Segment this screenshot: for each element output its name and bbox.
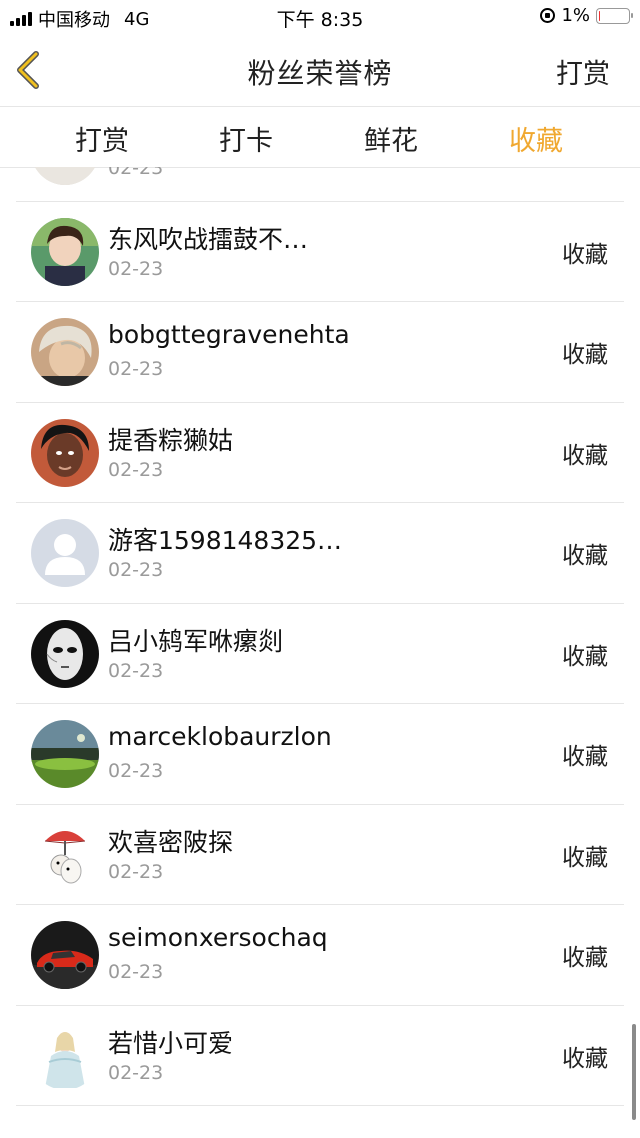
favorite-label: 收藏 <box>562 442 608 469</box>
favorite-label: 收藏 <box>562 241 608 268</box>
scrollbar[interactable] <box>632 1024 636 1120</box>
item-date: 02-23 <box>108 1061 164 1084</box>
user-name: 游客1598148325… <box>108 526 343 555</box>
nav-bar: 粉丝荣誉榜 打赏 <box>0 34 640 107</box>
list-item[interactable]: 东风吹战擂鼓不… 02-23 收藏 <box>16 202 624 302</box>
tab-bar: 打赏 打卡 鲜花 收藏 <box>0 107 640 168</box>
user-name: seimonxersochaq <box>108 923 328 952</box>
list-item[interactable]: seimonxersochaq 02-23 收藏 <box>16 905 624 1006</box>
avatar[interactable] <box>31 418 99 487</box>
avatar[interactable] <box>31 921 99 989</box>
item-date: 02-23 <box>108 760 164 782</box>
favorite-label: 收藏 <box>562 844 608 871</box>
status-right: 1% <box>540 5 633 26</box>
user-name: 东风吹战擂鼓不… <box>108 224 309 254</box>
item-date: 02-23 <box>108 961 164 983</box>
avatar[interactable] <box>31 217 99 286</box>
list-item[interactable]: bobgttegravenehta 02-23 收藏 <box>16 302 624 403</box>
list-item[interactable]: 吕小鸫军咻瘰剡 02-23 收藏 <box>16 604 624 704</box>
favorite-label: 收藏 <box>562 744 608 770</box>
item-date: 02-23 <box>108 659 164 682</box>
item-date: 02-23 <box>108 860 164 883</box>
item-date: 02-23 <box>108 358 164 380</box>
user-name: 吕小鸫军咻瘰剡 <box>108 626 284 656</box>
item-date: 02-23 <box>108 559 164 581</box>
tab-favorites[interactable]: 收藏 <box>486 119 586 158</box>
battery-percent: 1% <box>561 5 590 26</box>
list-item[interactable]: marceklobaurzlon 02-23 收藏 <box>16 704 624 805</box>
favorite-label: 收藏 <box>562 342 608 368</box>
avatar[interactable] <box>31 519 99 587</box>
battery-icon <box>596 7 633 24</box>
user-name: 若惜小可爱 <box>108 1028 234 1058</box>
item-date: 02-23 <box>108 167 164 179</box>
item-date: 02-23 <box>108 257 164 280</box>
avatar[interactable] <box>31 167 99 185</box>
tab-reward[interactable]: 打赏 <box>52 119 152 158</box>
list-item[interactable]: 欢喜密陂探 02-23 收藏 <box>16 805 624 905</box>
favorite-label: 收藏 <box>562 643 608 670</box>
user-name: marceklobaurzlon <box>108 722 332 751</box>
avatar[interactable] <box>31 619 99 688</box>
user-name: bobgttegravenehta <box>108 320 350 349</box>
rotation-lock-icon <box>540 8 556 23</box>
list-item[interactable]: 若惜小可爱 02-23 收藏 <box>16 1006 624 1106</box>
list-item[interactable]: 游客1598148325… 02-23 收藏 <box>16 503 624 604</box>
favorite-label: 收藏 <box>562 1045 608 1072</box>
reward-button[interactable]: 打赏 <box>556 52 610 91</box>
favorite-label: 收藏 <box>562 945 608 971</box>
avatar[interactable] <box>31 318 99 386</box>
fan-list[interactable]: ninaundercr02-23收藏东风吹战擂鼓不…02-23收藏bobgtte… <box>0 167 640 1138</box>
user-name: 欢喜密陂探 <box>108 827 234 857</box>
status-bar: 中国移动 4G 下午 8:35 1% <box>0 0 640 34</box>
favorite-label: 收藏 <box>562 543 608 569</box>
list-item[interactable]: ninaundercr02-23收藏 <box>16 167 624 202</box>
user-name: 提香粽獭姑 <box>108 425 234 455</box>
avatar[interactable] <box>31 720 99 788</box>
avatar[interactable] <box>31 820 99 889</box>
page-title: 粉丝荣誉榜 <box>247 57 393 90</box>
favorite-label: 收藏 <box>562 167 608 168</box>
tab-flowers[interactable]: 鲜花 <box>341 119 441 158</box>
item-date: 02-23 <box>108 458 164 481</box>
tab-checkin[interactable]: 打卡 <box>196 119 296 158</box>
avatar[interactable] <box>31 1021 99 1090</box>
list-item[interactable]: 提香粽獭姑 02-23 收藏 <box>16 403 624 503</box>
